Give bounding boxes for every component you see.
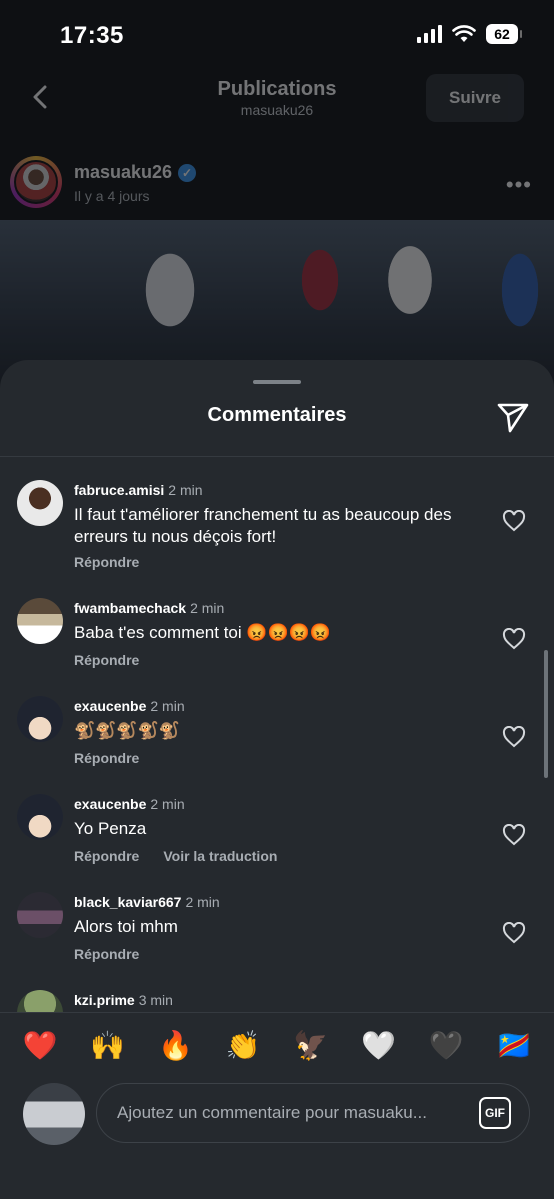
status-time: 17:35: [60, 22, 124, 49]
avatar[interactable]: [17, 794, 63, 840]
comment-text: Il faut t'améliorer franchement tu as be…: [74, 505, 452, 546]
comment-time: 2 min: [190, 600, 225, 616]
see-translation-button[interactable]: Voir la traduction: [163, 848, 277, 864]
comment-item: black_kaviar667 2 min Alors toi mhm Répon…: [0, 884, 554, 974]
clapping-emoji-button[interactable]: 👏: [225, 1028, 261, 1064]
comment-text: Yo Penza: [74, 819, 147, 838]
post-time: Il y a 4 jours: [74, 188, 150, 204]
reply-button[interactable]: Répondre: [74, 946, 139, 962]
comment-username[interactable]: black_kaviar667 2 min: [74, 894, 220, 910]
black-heart-emoji-button[interactable]: 🖤: [428, 1028, 464, 1064]
drc-flag-emoji-button[interactable]: 🇨🇩: [496, 1028, 532, 1064]
comment-item: kzi.prime 3 min: [0, 982, 554, 1012]
cellular-signal-icon: [417, 25, 442, 43]
comment-username[interactable]: fwambamechack 2 min: [74, 600, 224, 616]
comment-list[interactable]: fabruce.amisi 2 min Il faut t'améliorer f…: [0, 472, 554, 1012]
reply-button[interactable]: Répondre: [74, 652, 139, 668]
comment-actions: Répondre: [74, 946, 139, 962]
sheet-grabber[interactable]: [253, 380, 301, 384]
comment-placeholder: Ajoutez un commentaire pour masuaku...: [117, 1103, 427, 1122]
comment-username[interactable]: kzi.prime 3 min: [74, 992, 173, 1008]
comment-time: 2 min: [185, 894, 220, 910]
reply-button[interactable]: Répondre: [74, 848, 139, 864]
comment-item: fwambamechack 2 min Baba t'es comment toi…: [0, 590, 554, 680]
avatar[interactable]: [17, 990, 63, 1012]
avatar: [23, 1083, 85, 1145]
eagle-emoji-button[interactable]: 🦅: [293, 1028, 329, 1064]
heart-icon[interactable]: [502, 726, 526, 748]
white-heart-emoji-button[interactable]: 🤍: [361, 1028, 397, 1064]
battery-icon: 62: [486, 24, 522, 44]
scrollbar[interactable]: [544, 650, 548, 778]
heart-icon[interactable]: [502, 922, 526, 944]
reply-button[interactable]: Répondre: [74, 554, 139, 570]
comment-text: 🐒🐒🐒🐒🐒: [74, 721, 180, 740]
comment-time: 2 min: [168, 482, 203, 498]
comment-item: exaucenbe 2 min Yo Penza Répondre Voir la…: [0, 786, 554, 876]
divider: [0, 456, 554, 457]
comment-username[interactable]: exaucenbe 2 min: [74, 698, 185, 714]
verified-badge-icon: ✓: [178, 163, 197, 182]
heart-icon[interactable]: [502, 628, 526, 650]
status-icons: 62: [417, 24, 522, 44]
comment-time: 3 min: [138, 992, 173, 1008]
heart-emoji-button[interactable]: ❤️: [22, 1028, 58, 1064]
heart-icon[interactable]: [502, 510, 526, 532]
comment-input[interactable]: Ajoutez un commentaire pour masuaku... G…: [96, 1083, 530, 1143]
raised-hands-emoji-button[interactable]: 🙌: [90, 1028, 126, 1064]
more-options-icon[interactable]: •••: [506, 172, 532, 198]
comment-composer: Ajoutez un commentaire pour masuaku... G…: [0, 1078, 554, 1199]
comments-sheet: Commentaires fabruce.amisi 2 min Il faut …: [0, 360, 554, 1199]
avatar[interactable]: [17, 696, 63, 742]
comment-item: exaucenbe 2 min 🐒🐒🐒🐒🐒 Répondre: [0, 688, 554, 778]
avatar[interactable]: [17, 480, 63, 526]
avatar[interactable]: [17, 892, 63, 938]
comment-item: fabruce.amisi 2 min Il faut t'améliorer f…: [0, 472, 554, 582]
post-author-avatar[interactable]: [10, 156, 62, 208]
comment-username[interactable]: fabruce.amisi 2 min: [74, 482, 203, 498]
comment-actions: Répondre: [74, 554, 139, 570]
heart-icon[interactable]: [502, 824, 526, 846]
top-nav: Publications masuaku26 Suivre: [0, 74, 554, 144]
fire-emoji-button[interactable]: 🔥: [157, 1028, 193, 1064]
wifi-icon: [452, 25, 476, 42]
comment-text: Alors toi mhm: [74, 917, 178, 936]
comment-time: 2 min: [150, 796, 185, 812]
gif-button[interactable]: GIF: [479, 1097, 511, 1129]
post-header: masuaku26 ✓ Il y a 4 jours •••: [0, 150, 554, 220]
sheet-title: Commentaires: [207, 404, 347, 426]
reply-button[interactable]: Répondre: [74, 750, 139, 766]
emoji-quick-reactions: ❤️ 🙌 🔥 👏 🦅 🤍 🖤 🇨🇩: [0, 1012, 554, 1078]
comment-username[interactable]: exaucenbe 2 min: [74, 796, 185, 812]
avatar[interactable]: [17, 598, 63, 644]
comment-text: Baba t'es comment toi 😡😡😡😡: [74, 623, 332, 642]
post-author-name: masuaku26: [74, 162, 173, 182]
comment-time: 2 min: [150, 698, 185, 714]
post-author[interactable]: masuaku26 ✓: [74, 162, 197, 183]
comment-actions: Répondre: [74, 652, 139, 668]
comment-actions: Répondre: [74, 750, 139, 766]
comment-actions: Répondre Voir la traduction: [74, 848, 277, 864]
send-icon[interactable]: [496, 400, 530, 434]
follow-button[interactable]: Suivre: [426, 74, 524, 122]
status-bar: 17:35 62: [0, 0, 554, 74]
